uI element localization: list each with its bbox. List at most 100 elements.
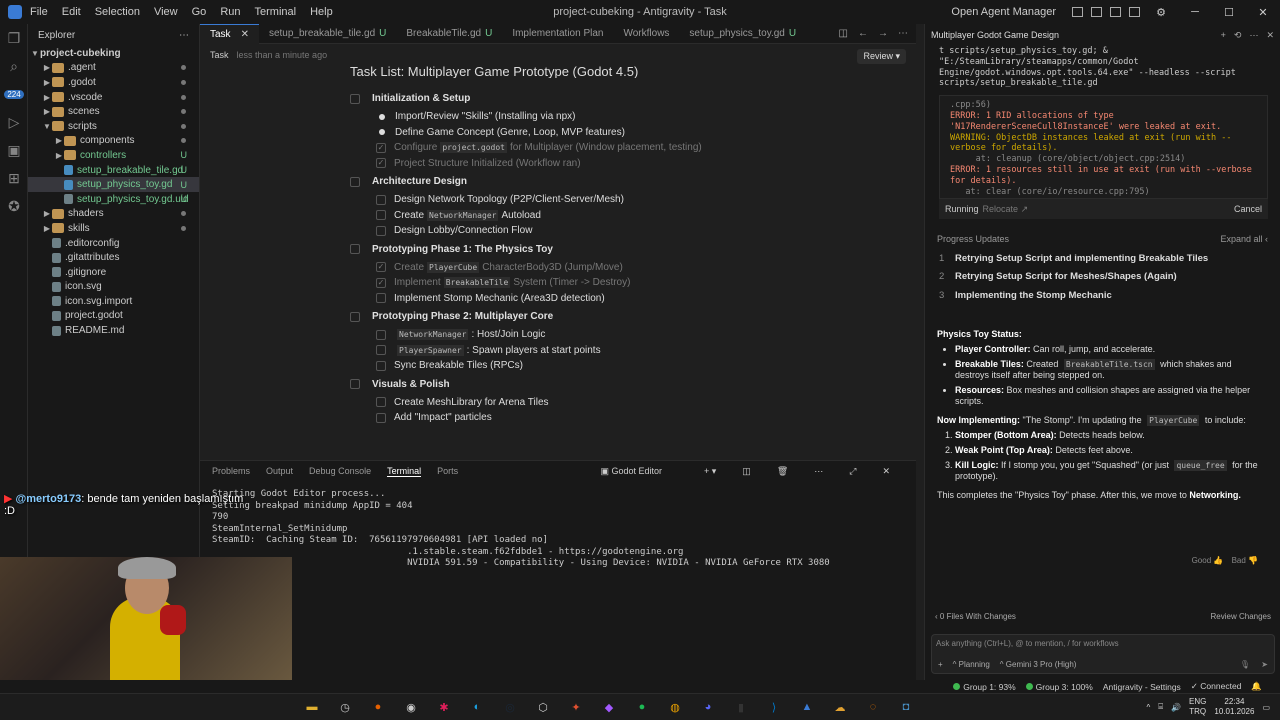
cancel-button[interactable]: Cancel — [1234, 204, 1262, 214]
panel-tab-ports[interactable]: Ports — [437, 466, 458, 477]
tree-folder[interactable]: ▶ controllers U — [28, 148, 199, 163]
menu-help[interactable]: Help — [310, 6, 333, 18]
task-checkbox[interactable]: ✓ — [376, 158, 386, 169]
menu-terminal[interactable]: Terminal — [255, 6, 297, 18]
tree-folder[interactable]: ▶ skills — [28, 221, 199, 236]
slack-icon[interactable]: ✱ — [432, 697, 456, 717]
task-checkbox[interactable] — [376, 210, 386, 221]
more-actions-icon[interactable]: ⋯ — [179, 30, 189, 41]
model-select[interactable]: ^ Gemini 3 Pro (High) — [1000, 660, 1077, 669]
more-icon[interactable]: ⋯ — [814, 466, 823, 477]
extensions-icon[interactable]: ⊞ — [0, 164, 28, 192]
tree-file[interactable]: icon.svg — [28, 280, 199, 295]
steam-icon[interactable]: ◎ — [498, 697, 522, 717]
group1-status[interactable]: Group 1: 93% — [953, 682, 1016, 692]
task-checkbox[interactable] — [376, 412, 386, 423]
file-explorer-icon[interactable]: ▬ — [300, 697, 324, 717]
close-tab-icon[interactable]: ✕ — [241, 29, 249, 40]
send-icon[interactable]: ➤ — [1261, 660, 1268, 669]
run-debug-icon[interactable]: ▷ — [0, 108, 28, 136]
tree-folder[interactable]: ▶ components — [28, 134, 199, 149]
tree-file[interactable]: .gitignore — [28, 265, 199, 280]
maximize-panel-icon[interactable]: ⤢ — [849, 466, 856, 477]
browser-icon[interactable]: ◐ — [465, 697, 489, 717]
panel-tab-debug-console[interactable]: Debug Console — [309, 466, 371, 477]
language-indicator[interactable]: ENG TRQ — [1189, 697, 1206, 717]
layout-icon[interactable] — [1091, 7, 1102, 17]
editor-tab[interactable]: setup_physics_toy.gd U — [679, 24, 806, 44]
checkbox[interactable] — [350, 311, 360, 322]
editor-tab[interactable]: setup_breakable_tile.gd U — [259, 24, 396, 44]
network-icon[interactable]: ⌸ — [1158, 702, 1163, 712]
split-editor-icon[interactable]: ◫ — [839, 28, 848, 39]
app-icon[interactable]: ✦ — [564, 697, 588, 717]
notifications-icon[interactable]: 🔔 — [1251, 681, 1262, 692]
discord-icon[interactable]: ◕ — [696, 697, 720, 717]
tree-folder[interactable]: ▼ scripts — [28, 119, 199, 134]
mode-select[interactable]: ^ Planning — [953, 660, 990, 669]
mic-icon[interactable]: 🎙 — [1240, 660, 1250, 669]
progress-item[interactable]: 3 Implementing the Stomp Mechanic — [939, 286, 1280, 305]
review-button[interactable]: Review ▾ — [857, 49, 906, 64]
settings-icon[interactable]: ⚙ — [1144, 6, 1178, 19]
menu-selection[interactable]: Selection — [95, 6, 140, 18]
spotify-icon[interactable]: ● — [630, 697, 654, 717]
tree-file[interactable]: icon.svg.import — [28, 294, 199, 309]
panel-tab-problems[interactable]: Problems — [212, 466, 250, 477]
bad-button[interactable]: Bad 👎 — [1232, 556, 1258, 565]
checkbox[interactable] — [350, 379, 360, 389]
expand-all-button[interactable]: Expand all ‹ — [1220, 234, 1268, 244]
tree-file[interactable]: setup_physics_toy.gd.uid U — [28, 192, 199, 207]
task-checkbox[interactable] — [376, 329, 386, 340]
task-checkbox[interactable] — [376, 397, 386, 408]
layout-icon[interactable] — [1110, 7, 1121, 17]
new-chat-icon[interactable]: + — [1221, 30, 1226, 41]
menu-file[interactable]: File — [30, 6, 48, 18]
task-checkbox[interactable]: ✓ — [376, 277, 386, 288]
tray-overflow-icon[interactable]: ^ — [1147, 703, 1151, 712]
terminal-icon[interactable]: ▮ — [729, 697, 753, 717]
task-checkbox[interactable]: ✓ — [376, 142, 386, 153]
checkbox[interactable] — [350, 176, 360, 187]
review-changes-button[interactable]: Review Changes — [1211, 612, 1271, 624]
menu-edit[interactable]: Edit — [62, 6, 81, 18]
tree-file[interactable]: project.godot — [28, 309, 199, 324]
notification-center-icon[interactable]: ▭ — [1262, 703, 1270, 712]
firefox-icon[interactable]: ● — [366, 697, 390, 717]
task-checkbox[interactable] — [376, 345, 386, 356]
task-checkbox[interactable] — [376, 225, 386, 236]
tree-folder[interactable]: ▶ scenes — [28, 104, 199, 119]
tree-file[interactable]: README.md — [28, 323, 199, 338]
tree-file[interactable]: .editorconfig — [28, 236, 199, 251]
close-panel-icon[interactable]: ✕ — [882, 466, 890, 477]
relocate-button[interactable]: Relocate ↗ — [983, 204, 1029, 215]
tree-file[interactable]: .gitattributes — [28, 250, 199, 265]
explorer-icon[interactable]: ❐ — [0, 24, 28, 52]
menu-run[interactable]: Run — [220, 6, 240, 18]
task-checkbox[interactable] — [376, 293, 386, 304]
editor-tab[interactable]: Implementation Plan — [502, 24, 613, 44]
progress-item[interactable]: 1 Retrying Setup Script and implementing … — [939, 249, 1280, 268]
files-with-changes[interactable]: ‹ 0 Files With Changes — [935, 612, 1016, 624]
obs-icon[interactable]: ◉ — [399, 697, 423, 717]
terminal-output[interactable]: Starting Godot Editor process... Setting … — [200, 481, 916, 578]
menu-go[interactable]: Go — [192, 6, 207, 18]
blender-icon[interactable]: ◌ — [861, 697, 885, 717]
checkbox[interactable] — [350, 93, 360, 104]
tree-file[interactable]: setup_breakable_tile.gd U — [28, 163, 199, 178]
figma-icon[interactable]: ◆ — [597, 697, 621, 717]
editor-tab[interactable]: BreakableTile.gd U — [396, 24, 502, 44]
open-agent-manager-button[interactable]: Open Agent Manager — [951, 6, 1056, 18]
terminal-instance[interactable]: ▣ Godot Editor — [600, 466, 678, 477]
history-icon[interactable]: ⟲ — [1234, 30, 1242, 41]
blender-alt-icon[interactable]: ☁ — [828, 697, 852, 717]
clock-app-icon[interactable]: ◷ — [333, 697, 357, 717]
vscode-icon[interactable]: ⟩ — [762, 697, 786, 717]
split-terminal-icon[interactable]: ◫ — [742, 466, 751, 477]
source-control-icon[interactable]: 224 — [0, 80, 28, 108]
tree-folder[interactable]: ▶ shaders — [28, 207, 199, 222]
more-icon[interactable]: ⋯ — [1249, 30, 1258, 41]
tree-file[interactable]: setup_physics_toy.gd U — [28, 177, 199, 192]
tree-folder[interactable]: ▶ .agent — [28, 61, 199, 76]
antigravity-icon[interactable]: ▲ — [795, 697, 819, 717]
